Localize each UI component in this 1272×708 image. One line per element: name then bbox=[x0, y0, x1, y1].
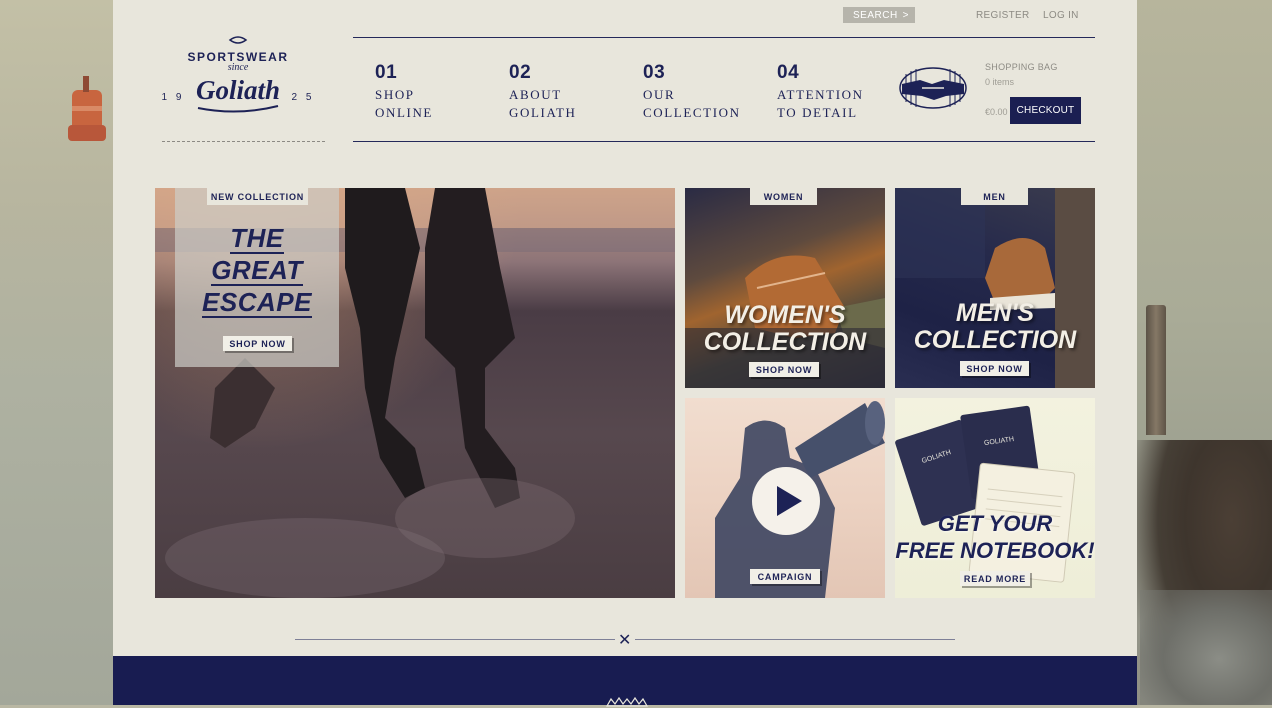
campaign-button[interactable]: CAMPAIGN bbox=[750, 569, 820, 584]
hero-title-line: THE bbox=[230, 223, 284, 254]
women-photo bbox=[685, 255, 885, 388]
men-title-line: MEN'S bbox=[955, 299, 1035, 327]
nav-label-line2: TO DETAIL bbox=[777, 105, 858, 120]
logo-divider bbox=[162, 141, 325, 142]
men-shop-now-button[interactable]: SHOP NOW bbox=[960, 361, 1029, 376]
crown-emblem-icon bbox=[605, 696, 649, 707]
rock-foreground-image bbox=[1140, 590, 1272, 705]
men-tab: MEN bbox=[961, 188, 1028, 205]
shopping-bag-title[interactable]: SHOPPING BAG bbox=[985, 62, 1058, 72]
nav-label-line2: GOLIATH bbox=[509, 105, 577, 120]
notebook-title-line: GET YOUR bbox=[937, 511, 1053, 536]
nav-label-line1: ABOUT bbox=[509, 87, 562, 102]
free-notebook-tile[interactable]: GOLIATH GOLIATH GET YOUR FREE NOTEBOOK! … bbox=[895, 398, 1095, 598]
nav-number: 03 bbox=[643, 62, 666, 83]
men-title-line: COLLECTION bbox=[913, 326, 1077, 354]
register-link[interactable]: REGISTER bbox=[976, 10, 1030, 21]
notebook-promo-title: GET YOUR FREE NOTEBOOK! bbox=[895, 510, 1095, 564]
nav-about-goliath[interactable]: 02 ABOUT GOLIATH bbox=[509, 62, 577, 122]
shopping-bag-count: 0 items bbox=[985, 77, 1015, 87]
nav-label-line2: COLLECTION bbox=[643, 105, 741, 120]
nav-label-line1: SHOP bbox=[375, 87, 415, 102]
women-title-line: WOMEN'S bbox=[724, 301, 846, 329]
hero-title: THE GREAT ESCAPE bbox=[175, 222, 339, 318]
wooden-post-image bbox=[1146, 305, 1166, 435]
nav-number: 01 bbox=[375, 62, 398, 83]
section-divider-left bbox=[295, 639, 615, 640]
nav-divider-bottom bbox=[353, 141, 1095, 142]
main-page: SEARCH > REGISTER LOG IN SPORTSWEAR sinc… bbox=[113, 0, 1137, 707]
nav-label-line2: ONLINE bbox=[375, 105, 433, 120]
read-more-button[interactable]: READ MORE bbox=[960, 571, 1030, 586]
notebook-title-line: FREE NOTEBOOK! bbox=[895, 538, 1095, 563]
handshake-icon bbox=[899, 67, 967, 109]
nav-number: 02 bbox=[509, 62, 532, 83]
shopping-bag-total: €0.00 bbox=[985, 107, 1008, 117]
hero-title-line: ESCAPE bbox=[202, 287, 312, 318]
nav-label-line1: ATTENTION bbox=[777, 87, 864, 102]
men-collection-tile[interactable]: MEN MEN'S COLLECTION SHOP NOW bbox=[895, 188, 1095, 388]
svg-text:since: since bbox=[228, 62, 249, 73]
svg-text:1 9: 1 9 bbox=[162, 92, 185, 103]
top-bar: SEARCH > REGISTER LOG IN bbox=[113, 7, 1137, 25]
search-label: SEARCH bbox=[853, 9, 898, 21]
nav-label-line1: OUR bbox=[643, 87, 676, 102]
women-shop-now-button[interactable]: SHOP NOW bbox=[749, 362, 819, 377]
nav-divider-top bbox=[353, 37, 1095, 38]
women-title-line: COLLECTION bbox=[703, 328, 867, 356]
svg-text:2 5: 2 5 bbox=[292, 92, 315, 103]
hero-title-line: GREAT bbox=[211, 255, 303, 286]
cross-icon: ✕ bbox=[618, 632, 632, 649]
nav-attention-to-detail[interactable]: 04 ATTENTION TO DETAIL bbox=[777, 62, 864, 122]
hero-shop-now-button[interactable]: SHOP NOW bbox=[223, 336, 292, 351]
new-collection-tab: NEW COLLECTION bbox=[207, 188, 308, 205]
women-tab: WOMEN bbox=[750, 188, 817, 205]
women-collection-tile[interactable]: WOMEN WOMEN'S COLLECTION SHOP NOW bbox=[685, 188, 885, 388]
checkout-button[interactable]: CHECKOUT bbox=[1010, 97, 1081, 124]
campaign-video-tile[interactable]: CAMPAIGN bbox=[685, 398, 885, 598]
nav-number: 04 bbox=[777, 62, 800, 83]
hero-great-escape-tile[interactable]: NEW COLLECTION THE GREAT ESCAPE SHOP NOW bbox=[155, 188, 675, 598]
notebook-photo: GOLIATH GOLIATH bbox=[895, 405, 1076, 583]
play-icon[interactable] bbox=[751, 466, 821, 536]
login-link[interactable]: LOG IN bbox=[1043, 10, 1079, 21]
arrow-right-icon: > bbox=[902, 9, 909, 21]
men-photo bbox=[895, 188, 1095, 388]
goliath-logo[interactable]: SPORTSWEAR since Goliath 1 9 2 5 bbox=[158, 36, 318, 116]
nav-shop-online[interactable]: 01 SHOP ONLINE bbox=[375, 62, 433, 122]
buoy-image bbox=[68, 76, 106, 141]
men-collection-title: MEN'S COLLECTION bbox=[895, 300, 1095, 354]
footer bbox=[113, 656, 1137, 707]
section-divider-right bbox=[635, 639, 955, 640]
svg-text:Goliath: Goliath bbox=[196, 75, 280, 105]
nav-our-collection[interactable]: 03 OUR COLLECTION bbox=[643, 62, 741, 122]
search-button[interactable]: SEARCH > bbox=[843, 7, 915, 23]
women-collection-title: WOMEN'S COLLECTION bbox=[685, 302, 885, 356]
